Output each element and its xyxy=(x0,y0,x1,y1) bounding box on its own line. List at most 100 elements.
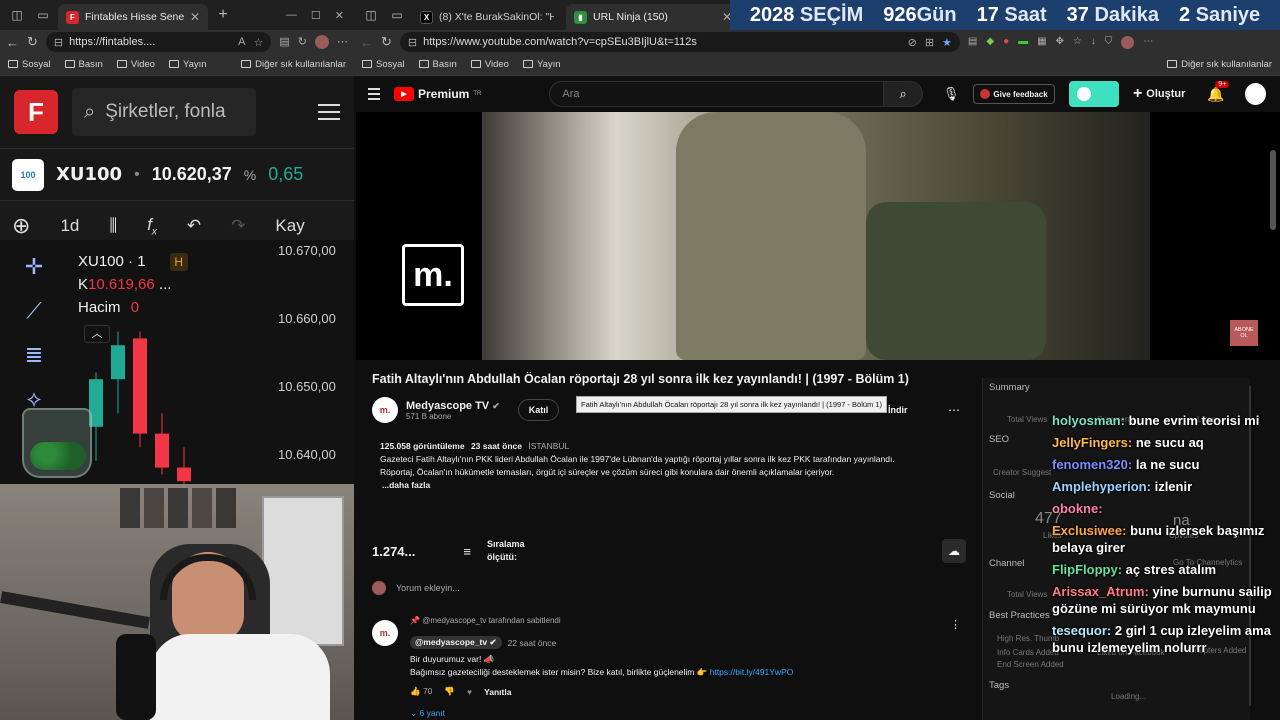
more-actions-icon[interactable]: ⋯ xyxy=(948,403,960,417)
more-menu-icon[interactable]: ⋯ xyxy=(337,35,348,49)
tab-fintables[interactable]: F Fintables Hisse Senedi İşlem E ✕ xyxy=(58,4,208,30)
fintables-logo[interactable]: F xyxy=(14,90,58,134)
tab-actions-icon[interactable]: ▭ xyxy=(32,4,54,26)
save-layout-button[interactable]: Kay xyxy=(275,216,304,236)
tab-url-ninja[interactable]: ▮ URL Ninja (150) ✕ xyxy=(566,4,740,30)
comment-author[interactable]: @medyascope_tv ✔ xyxy=(410,636,502,649)
extension-icon[interactable]: ◆ xyxy=(986,36,994,49)
extension-icon[interactable]: ▤ xyxy=(968,36,977,49)
url-field[interactable]: ⊟ https://fintables.... A ☆ xyxy=(45,32,272,52)
panel-channel[interactable]: Channel xyxy=(989,558,1024,569)
new-tab-icon[interactable]: + xyxy=(212,4,234,26)
add-indicator-icon[interactable]: ⊕ xyxy=(12,213,30,239)
panel-social[interactable]: Social xyxy=(989,490,1015,501)
favorite-star-icon[interactable]: ☆ xyxy=(254,36,264,49)
yt-search-button[interactable]: ⌕ xyxy=(884,81,923,107)
sort-button[interactable]: Sıralama ölçütü: xyxy=(487,538,525,564)
show-more-link[interactable]: ...daha fazla xyxy=(382,479,956,492)
like-button[interactable]: 👍 70 xyxy=(410,686,432,697)
join-button[interactable]: Katıl xyxy=(517,399,560,421)
panel-seo[interactable]: SEO xyxy=(989,434,1009,445)
browser-essentials-icon[interactable]: ⛉ xyxy=(1105,36,1113,49)
bookmark-folder[interactable]: Sosyal xyxy=(8,59,51,70)
ticker-symbol[interactable]: XU100 xyxy=(56,164,122,185)
indicators-fx-icon[interactable]: fx xyxy=(147,215,157,237)
video-player[interactable]: m. ABONE OL xyxy=(356,112,1280,360)
bookmark-folder[interactable]: Basın xyxy=(64,59,103,70)
panel-best-practices[interactable]: Best Practices xyxy=(989,610,1050,621)
other-bookmarks[interactable]: Diğer sık kullanılanlar xyxy=(241,59,346,70)
subscribe-watermark[interactable]: ABONE OL xyxy=(1230,320,1258,346)
other-bookmarks[interactable]: Diğer sık kullanılanlar xyxy=(1167,59,1272,70)
download-button[interactable]: İndir xyxy=(888,405,908,415)
more-menu-icon[interactable]: ⋯ xyxy=(1143,36,1153,49)
youtube-logo[interactable]: ▶ Premium TR xyxy=(394,87,481,101)
workspaces-icon[interactable]: ◫ xyxy=(360,4,382,26)
chat-username[interactable]: holyosman xyxy=(1052,413,1121,428)
location-tag[interactable]: İSTANBUL xyxy=(528,441,569,451)
workspaces-icon[interactable]: ◫ xyxy=(6,4,28,26)
reply-button[interactable]: Yanıtla xyxy=(484,687,511,697)
extensions-puzzle-icon[interactable]: ✥ xyxy=(1056,36,1064,49)
channel-avatar[interactable]: m. xyxy=(372,397,398,423)
back-icon[interactable]: ← xyxy=(360,35,373,50)
replies-toggle[interactable]: ⌄ 6 yanıt xyxy=(410,708,445,719)
chat-username[interactable]: obokne xyxy=(1052,501,1098,516)
chat-username[interactable]: JellyFingers xyxy=(1052,435,1128,450)
chat-username[interactable]: FlipFloppy xyxy=(1052,562,1118,577)
comment-avatar[interactable]: m. xyxy=(372,620,398,646)
interval-selector[interactable]: 1d xyxy=(60,216,79,236)
comment-link[interactable]: https://bit.ly/491YwPO xyxy=(710,667,794,677)
chat-username[interactable]: Amplehyperion xyxy=(1052,479,1147,494)
cloud-icon[interactable]: ☁ xyxy=(942,539,966,563)
close-tab-icon[interactable]: ✕ xyxy=(190,10,200,24)
bookmark-folder[interactable]: Video xyxy=(470,59,509,70)
dislike-icon[interactable]: 👎 xyxy=(444,686,455,697)
sync-icon[interactable]: ↻ xyxy=(298,35,307,49)
notifications-bell-icon[interactable]: 🔔 9+ xyxy=(1207,80,1230,103)
page-scrollbar[interactable] xyxy=(1270,150,1276,230)
account-avatar[interactable] xyxy=(1244,83,1266,105)
maximize-icon[interactable]: ☐ xyxy=(311,9,321,22)
read-aloud-icon[interactable]: A xyxy=(238,36,245,49)
bookmark-folder[interactable]: Video xyxy=(116,59,155,70)
extension-icon[interactable]: ▦ xyxy=(1037,36,1046,49)
extension-toggle[interactable] xyxy=(1068,81,1119,107)
profile-avatar[interactable] xyxy=(1121,35,1135,49)
chat-username[interactable]: tesequor xyxy=(1052,623,1107,638)
app-available-icon[interactable]: ⊞ xyxy=(925,36,934,49)
favorite-star-icon[interactable]: ★ xyxy=(942,36,952,49)
reload-icon[interactable]: ↻ xyxy=(27,34,38,50)
site-info-icon[interactable]: ⊟ xyxy=(408,36,417,49)
close-window-icon[interactable]: ✕ xyxy=(335,9,344,22)
chat-username[interactable]: Exclusiwee xyxy=(1052,523,1122,538)
chat-username[interactable]: Arissax_Atrum xyxy=(1052,584,1145,599)
redo-icon[interactable]: ↷ xyxy=(231,216,245,236)
bookmark-folder[interactable]: Yayın xyxy=(168,59,207,70)
minimize-icon[interactable]: — xyxy=(286,9,297,22)
back-icon[interactable]: ← xyxy=(6,35,19,50)
voice-search-icon[interactable]: 🎙 xyxy=(943,86,960,102)
tracking-icon[interactable]: ⊘ xyxy=(908,36,917,49)
description-box[interactable]: 125.058 görüntüleme 23 saat önce İSTANBU… xyxy=(372,436,964,496)
profile-avatar[interactable] xyxy=(315,35,329,49)
download-icon[interactable]: ↓ xyxy=(1091,36,1096,49)
yt-menu-icon[interactable] xyxy=(368,88,380,100)
favorites-icon[interactable]: ☆ xyxy=(1073,36,1082,49)
url-field[interactable]: ⊟ https://www.youtube.com/watch?v=cpSEu3… xyxy=(399,32,960,52)
comment-menu-icon[interactable]: ⋮ xyxy=(950,618,961,631)
give-feedback-button[interactable]: Give feedback xyxy=(973,84,1055,104)
tab-actions-icon[interactable]: ▭ xyxy=(386,4,408,26)
tab-x[interactable]: X (8) X'te BurakSakinOl: "Herkes sin xyxy=(412,4,562,30)
comment-age[interactable]: 22 saat önce xyxy=(508,638,557,648)
add-comment-row[interactable]: Yorum ekleyin... xyxy=(372,578,966,598)
bookmark-folder[interactable]: Sosyal xyxy=(362,59,405,70)
yt-search-input[interactable]: Ara xyxy=(549,81,885,107)
extension-icon[interactable]: ▤ xyxy=(279,35,289,49)
create-button[interactable]: + Oluştur xyxy=(1133,85,1185,103)
panel-tags[interactable]: Tags xyxy=(989,680,1009,691)
channel-name[interactable]: Medyascope TV ✔ xyxy=(406,400,500,412)
chat-username[interactable]: fenomen320 xyxy=(1052,457,1128,472)
sort-icon[interactable]: ≡ xyxy=(463,544,471,559)
candle-type-icon[interactable]: ⫼ xyxy=(109,216,117,236)
